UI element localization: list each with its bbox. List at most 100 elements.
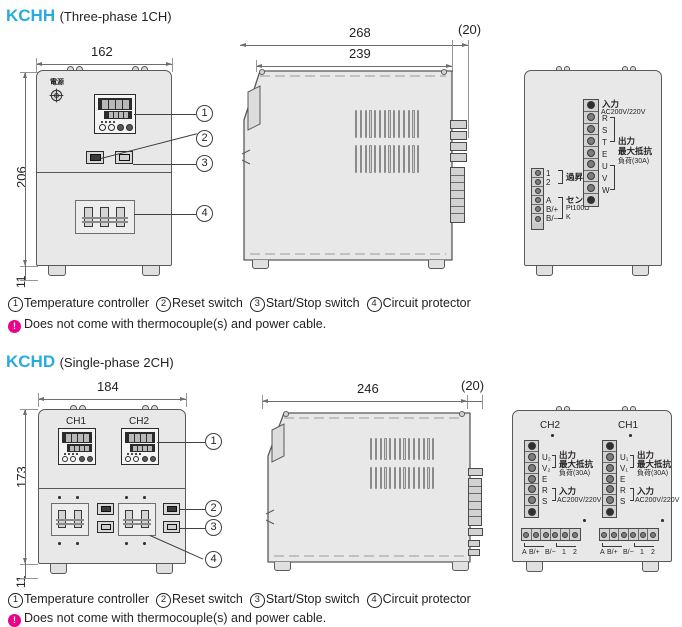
controller-button[interactable] (126, 124, 133, 131)
switch-face (118, 154, 130, 161)
kchd-ch1-temperature-controller[interactable] (58, 428, 96, 465)
kchh-model-name: KCHH (6, 6, 56, 25)
controller-button[interactable] (141, 456, 148, 462)
sensor-terminal-label-bminus: B/− (546, 214, 559, 223)
kchd-ch2-start-stop-switch[interactable] (163, 521, 180, 533)
controller-button[interactable] (125, 456, 132, 462)
side-terminal (450, 142, 467, 151)
controller-button[interactable] (133, 456, 140, 462)
bracket-overheat (558, 170, 563, 184)
callout-leader (134, 113, 196, 115)
kchd-ch1-label-s: S (620, 497, 626, 506)
protector-bar (56, 519, 84, 521)
ventilation-slots-lower (370, 467, 435, 489)
kchh-circuit-protector[interactable] (75, 200, 135, 234)
kchh-front-width-dimline (36, 64, 172, 65)
sensor-type-k: K (566, 214, 571, 221)
strip-bracket (602, 543, 622, 547)
status-lamps (127, 453, 141, 455)
kchh-sensor-terminal-block[interactable] (531, 168, 544, 230)
power-supply-connector-icon (49, 88, 64, 103)
kchd-model-name: KCHD (6, 352, 56, 371)
kchd-ch2-label-v2: V₂ (542, 464, 551, 473)
caption-num-3: 3 (249, 593, 265, 608)
kchd-ch2-reset-switch[interactable] (163, 503, 180, 515)
controller-button[interactable] (70, 456, 77, 462)
controller-button[interactable] (62, 456, 69, 462)
sensor-terminal-label-1: 1 (546, 169, 551, 178)
kchd-caption-line: 1 Temperature controller 2 Reset switch 3S… (8, 592, 471, 608)
caption-num-4: 4 (366, 593, 382, 608)
controller-buttons[interactable] (98, 124, 134, 131)
kchd-ch2-label-s: S (542, 497, 548, 506)
panel-screw (629, 434, 632, 437)
kchd-ch2-circuit-protector[interactable] (118, 503, 156, 536)
kchd-ch1-output-spec-2: 負荷(30A) (637, 470, 669, 477)
power-terminal-label-u: U (602, 162, 608, 171)
case-foot (156, 564, 173, 574)
kchd-note-line: ! Does not come with thermocouple(s) and … (8, 611, 326, 627)
dim-ext (186, 393, 187, 407)
kchh-input-title: 入力 (602, 99, 620, 109)
kchd-ch1-sensor-strip[interactable] (599, 528, 659, 541)
dim-arrow (240, 42, 246, 47)
dim-ext (468, 40, 469, 138)
caption-num-2: 2 (156, 593, 172, 608)
kchh-input-spec: AC200V/220V (601, 109, 646, 116)
controller-button[interactable] (86, 456, 93, 462)
terminal-dimline (467, 401, 482, 402)
controller-buttons[interactable] (124, 456, 157, 462)
dim-ext (20, 564, 38, 565)
overheat-group-label: 過昇 (566, 172, 584, 182)
panel-divider (39, 488, 185, 489)
note-icon: ! (8, 614, 21, 627)
side-terminal-strip (450, 167, 465, 223)
kchd-side-silhouette (262, 410, 484, 570)
caption-num-1: 1 (8, 297, 23, 312)
kchd-ch2-temperature-controller[interactable] (121, 428, 159, 465)
kchh-side-depth-body-value: 239 (349, 46, 371, 61)
kchd-front-width-value: 184 (97, 379, 119, 394)
kchd-ch2-label-r: R (542, 486, 548, 495)
side-terminal (468, 549, 480, 556)
dim-ext (482, 395, 483, 409)
kchd-ch1-start-stop-switch[interactable] (97, 521, 114, 533)
power-terminal-label-v: V (602, 174, 608, 183)
kchh-front-foot-dimline (25, 266, 26, 280)
kchd-ch2-strip-label-bplus: B/+ (529, 549, 540, 556)
kchd-ch2-output-spec-1: 最大抵抗 (559, 459, 594, 469)
kchd-ch1-terminal-block[interactable] (602, 440, 617, 518)
kchd-ch2-strip-label-1: 1 (562, 549, 566, 556)
kchd-ch2-strip-label-2: 2 (573, 549, 577, 556)
kchd-ch1-strip-label-2: 2 (651, 549, 655, 556)
kchh-output-title: 出力 (618, 136, 636, 146)
case-foot (252, 260, 269, 269)
controller-button[interactable] (149, 456, 156, 462)
case-foot (642, 562, 659, 572)
kchd-ch2-terminal-block[interactable] (524, 440, 539, 518)
kchd-ch1-reset-switch[interactable] (97, 503, 114, 515)
protector-bar (82, 221, 128, 223)
controller-button[interactable] (99, 124, 106, 131)
switch-face (89, 154, 101, 161)
side-terminal (450, 120, 467, 129)
side-terminal (468, 468, 483, 476)
caption-num-3: 3 (249, 297, 265, 312)
kchh-temperature-controller[interactable] (94, 94, 136, 134)
kchd-ch1-circuit-protector[interactable] (51, 503, 89, 536)
kchd-ch2-sensor-strip[interactable] (521, 528, 581, 541)
controller-button[interactable] (117, 124, 124, 131)
controller-button[interactable] (78, 456, 85, 462)
dim-ext (20, 72, 38, 73)
drawing-sheet: KCHH (Three-phase 1CH) 162 206 11 電源 1 2… (0, 0, 682, 627)
switch-face (166, 524, 177, 530)
kchh-power-terminal-block[interactable] (583, 99, 599, 207)
controller-buttons[interactable] (61, 456, 94, 462)
bracket-input (552, 488, 556, 501)
kchh-front-height-value: 206 (14, 166, 29, 188)
case-foot (48, 266, 66, 276)
controller-button[interactable] (108, 124, 115, 131)
case-foot (452, 562, 469, 571)
panel-screw (551, 434, 554, 437)
kchd-front-width-dimline (38, 399, 186, 400)
